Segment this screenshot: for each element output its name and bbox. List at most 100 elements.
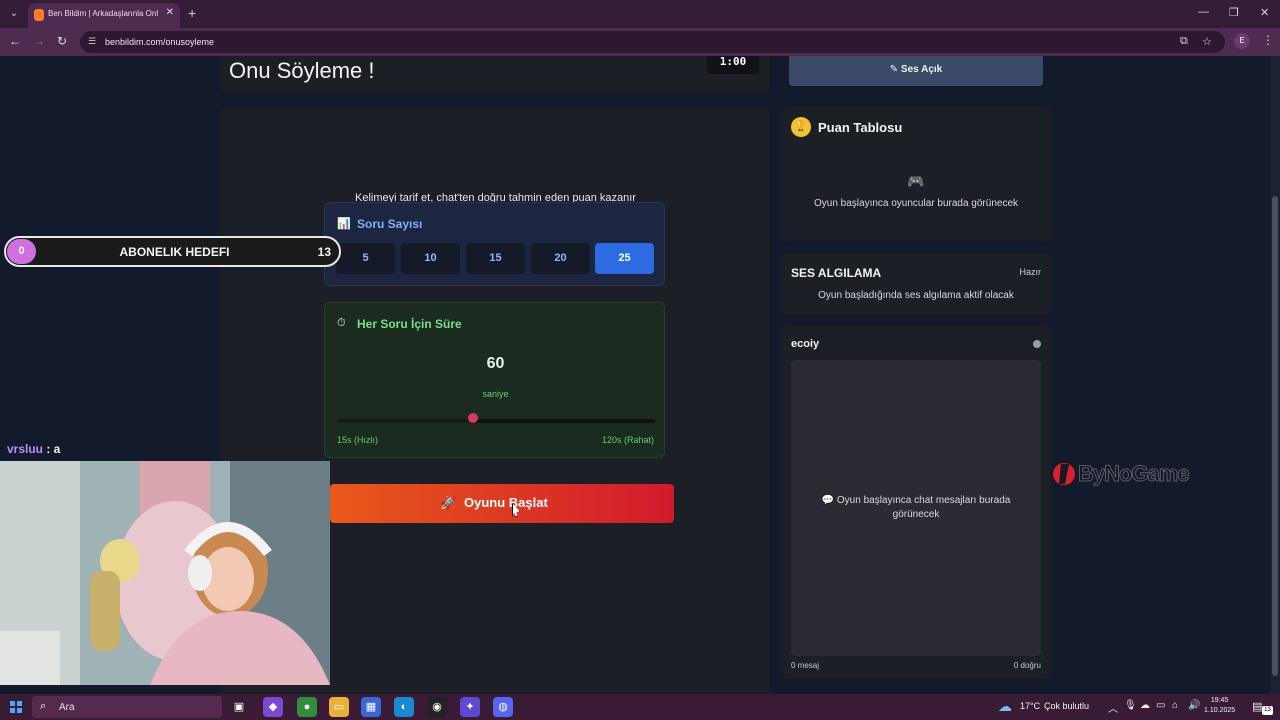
- voice-detection-status: Hazır: [1019, 267, 1041, 277]
- question-count-title: Soru Sayısı: [357, 217, 423, 231]
- start-game-button[interactable]: 🚀 Oyunu Başlat: [330, 484, 674, 523]
- network-icon[interactable]: ⌂: [1172, 700, 1178, 711]
- game-timer: 1:00: [707, 56, 759, 74]
- webcam-image: [0, 461, 330, 685]
- stream-chat-text: : a: [43, 442, 61, 456]
- rocket-icon: 🚀: [440, 495, 457, 510]
- install-app-icon[interactable]: ⧉: [1180, 35, 1188, 48]
- trophy-icon: 🏆: [791, 117, 811, 137]
- app-icon[interactable]: ✦: [460, 697, 480, 717]
- windows-taskbar: ⌕ Ara ▣ ◆ ● ▭ ▦ ◐ ◉ ✦ ◍ ☁ 17°C Çok bulut…: [0, 694, 1280, 720]
- notification-count: 13: [1262, 706, 1273, 715]
- taskbar-search[interactable]: ⌕ Ara: [32, 696, 222, 718]
- bar-chart-icon: 📊: [337, 218, 351, 230]
- tab-close-icon[interactable]: ✕: [166, 7, 174, 18]
- browser-tab[interactable]: Ben Bildim | Arkadaşlarınla Onl ✕: [28, 3, 180, 28]
- question-count-option-selected[interactable]: 25: [595, 243, 654, 274]
- time-slider[interactable]: [337, 419, 655, 423]
- leaderboard-empty-text: Oyun başlayınca oyuncular burada görünec…: [813, 198, 1019, 209]
- question-count-option[interactable]: 5: [336, 243, 395, 274]
- question-count-option[interactable]: 15: [466, 243, 525, 274]
- goal-label: ABONELIK HEDEFI: [119, 245, 230, 259]
- weather-icon[interactable]: ☁: [998, 698, 1012, 715]
- chat-messages-area[interactable]: 💬 Oyun başlayınca chat mesajları burada …: [791, 360, 1041, 656]
- start-game-label: Oyunu Başlat: [464, 495, 548, 510]
- time-slider-fill: [337, 419, 474, 423]
- notification-icon[interactable]: ▤: [1252, 700, 1262, 713]
- restore-icon[interactable]: ❐: [1229, 6, 1239, 19]
- page-scrollbar[interactable]: [1270, 56, 1280, 694]
- weather-temperature[interactable]: 17°C: [1020, 701, 1040, 711]
- chat-channel-name: ecoiy: [791, 338, 820, 350]
- time-min-label: 15s (Hızlı): [337, 435, 379, 445]
- weather-condition[interactable]: Çok bulutlu: [1044, 701, 1089, 711]
- goal-target: 13: [317, 245, 331, 259]
- search-icon: ⌕: [40, 700, 47, 712]
- new-tab-icon[interactable]: +: [188, 5, 196, 21]
- bynogame-logo: ByNoGame: [1052, 460, 1190, 493]
- edge-icon[interactable]: ◐: [394, 697, 414, 717]
- display-icon[interactable]: ▭: [1156, 700, 1165, 711]
- stream-chat-user: vrsluu: [7, 442, 44, 456]
- volume-icon[interactable]: 🔊: [1188, 700, 1200, 711]
- gamepad-icon: 🎮: [907, 173, 925, 189]
- chat-empty-text: 💬 Oyun başlayınca chat mesajları burada …: [821, 495, 1011, 520]
- reload-icon[interactable]: ↻: [57, 34, 67, 48]
- chrome-icon[interactable]: ●: [297, 697, 317, 717]
- copilot-icon[interactable]: ◆: [263, 697, 283, 717]
- chat-message-count: 0 mesaj: [791, 661, 820, 670]
- time-max-label: 120s (Rahat): [601, 435, 654, 445]
- time-unit: saniye: [482, 389, 509, 399]
- sound-toggle-button[interactable]: ✎ Ses Açık: [789, 56, 1043, 86]
- browser-menu-icon[interactable]: ⋮: [1262, 33, 1274, 47]
- browser-tab-bar: ⌄ Ben Bildim | Arkadaşlarınla Onl ✕ + — …: [0, 0, 1280, 28]
- browser-nav-bar: ← → ↻ ☰ benbildim.com/onusoyleme ⧉ ☆ E ⋮: [0, 28, 1280, 56]
- voice-detection-description: Oyun başladığında ses algılama aktif ola…: [818, 290, 1014, 301]
- tab-search-icon[interactable]: ⌄: [6, 6, 22, 22]
- task-view-icon[interactable]: ▣: [229, 697, 249, 717]
- close-window-icon[interactable]: ✕: [1260, 6, 1269, 19]
- windows-start-icon[interactable]: [10, 701, 22, 713]
- page-title: Onu Söyleme !: [229, 58, 375, 83]
- leaderboard-card: 🏆 Puan Tablosu 🎮 Oyun başlayınca oyuncul…: [781, 107, 1051, 241]
- site-info-icon[interactable]: ☰: [88, 36, 96, 47]
- chat-correct-count: 0 doğru: [1013, 661, 1041, 670]
- address-bar[interactable]: ☰ benbildim.com/onusoyleme ⧉ ☆: [80, 31, 1225, 53]
- webcam-feed: [0, 461, 330, 685]
- file-explorer-icon[interactable]: ▭: [329, 697, 349, 717]
- sound-toggle-label: Ses Açık: [900, 64, 943, 75]
- chat-card: ecoiy 💬 Oyun başlayınca chat mesajları b…: [781, 326, 1051, 678]
- store-icon[interactable]: ▦: [361, 697, 381, 717]
- title-card: Onu Söyleme ! 1:00: [221, 56, 770, 92]
- obs-icon[interactable]: ◉: [427, 697, 447, 717]
- cloud-icon[interactable]: ☁: [1140, 700, 1150, 711]
- scrollbar-thumb[interactable]: [1272, 196, 1278, 676]
- tab-title: Ben Bildim | Arkadaşlarınla Onl: [48, 9, 159, 18]
- voice-detection-title: SES ALGILAMA: [791, 266, 882, 280]
- url-text[interactable]: benbildim.com/onusoyleme: [105, 37, 214, 47]
- subscription-goal-bar: 0 ABONELIK HEDEFI 13: [4, 236, 341, 267]
- leaderboard-title: Puan Tablosu: [818, 120, 903, 135]
- bynogame-mark-icon: [1053, 463, 1075, 485]
- stream-chat-message: vrsluu : a: [7, 442, 60, 456]
- time-per-question-title: Her Soru İçin Süre: [357, 317, 462, 331]
- question-count-option[interactable]: 20: [531, 243, 590, 274]
- taskbar-search-placeholder: Ara: [59, 702, 75, 713]
- time-per-question-panel: ⏱ Her Soru İçin Süre 60 saniye 15s (Hızl…: [324, 302, 665, 458]
- question-count-panel: 📊 Soru Sayısı 5 10 15 20 25: [324, 202, 665, 286]
- clock-date: 1.10.2025: [1204, 707, 1236, 714]
- tray-expand-icon[interactable]: ︿: [1108, 700, 1118, 715]
- minimize-icon[interactable]: —: [1198, 6, 1209, 18]
- pencil-icon: ✎: [889, 64, 901, 75]
- microphone-icon[interactable]: 🎙: [1124, 700, 1137, 711]
- question-count-option[interactable]: 10: [401, 243, 460, 274]
- profile-avatar[interactable]: E: [1234, 33, 1250, 49]
- taskbar-clock[interactable]: 19:45 1.10.2025: [1204, 696, 1235, 716]
- back-icon[interactable]: ←: [9, 34, 21, 48]
- clock-time: 19:45: [1210, 697, 1229, 704]
- discord-icon[interactable]: ◍: [493, 697, 513, 717]
- stopwatch-icon: ⏱: [337, 317, 346, 329]
- forward-icon[interactable]: →: [33, 34, 45, 48]
- bookmark-star-icon[interactable]: ☆: [1202, 35, 1212, 48]
- brand-name: ByNoGame: [1078, 461, 1191, 487]
